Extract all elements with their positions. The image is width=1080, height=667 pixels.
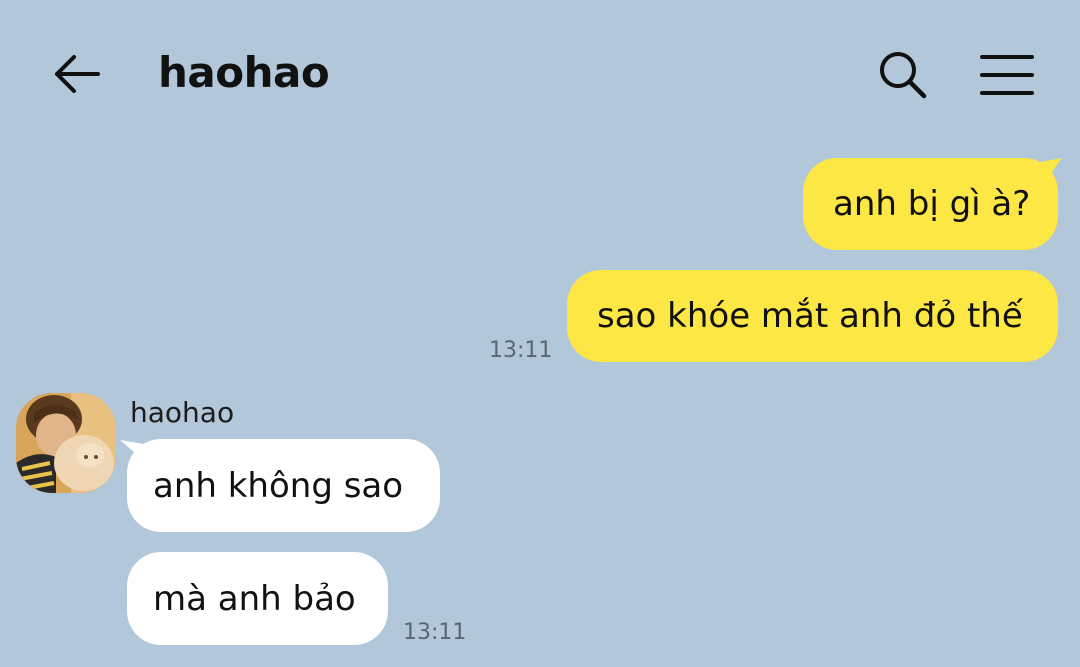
message-text: sao khóe mắt anh đỏ thế — [597, 296, 1023, 336]
incoming-message[interactable]: anh không sao — [127, 439, 440, 532]
outgoing-message[interactable]: sao khóe mắt anh đỏ thế — [567, 270, 1058, 362]
arrow-left-icon — [55, 55, 100, 93]
menu-button[interactable] — [976, 48, 1038, 104]
incoming-message[interactable]: mà anh bảo — [127, 552, 388, 645]
profile-photo — [16, 393, 116, 493]
chat-title: haohao — [158, 48, 330, 97]
back-button[interactable] — [48, 48, 104, 100]
avatar[interactable] — [16, 393, 116, 493]
outgoing-message[interactable]: anh bị gì à? — [803, 158, 1058, 250]
message-text: anh bị gì à? — [833, 184, 1031, 224]
search-icon — [880, 52, 927, 99]
message-timestamp: 13:11 — [403, 620, 467, 645]
message-text: mà anh bảo — [153, 578, 356, 619]
search-button[interactable] — [872, 48, 932, 104]
message-timestamp: 13:11 — [489, 338, 553, 363]
hamburger-menu-icon — [980, 55, 1034, 95]
message-text: anh không sao — [153, 465, 404, 506]
sender-name: haohao — [130, 396, 235, 429]
chat-header: haohao — [0, 0, 1080, 150]
